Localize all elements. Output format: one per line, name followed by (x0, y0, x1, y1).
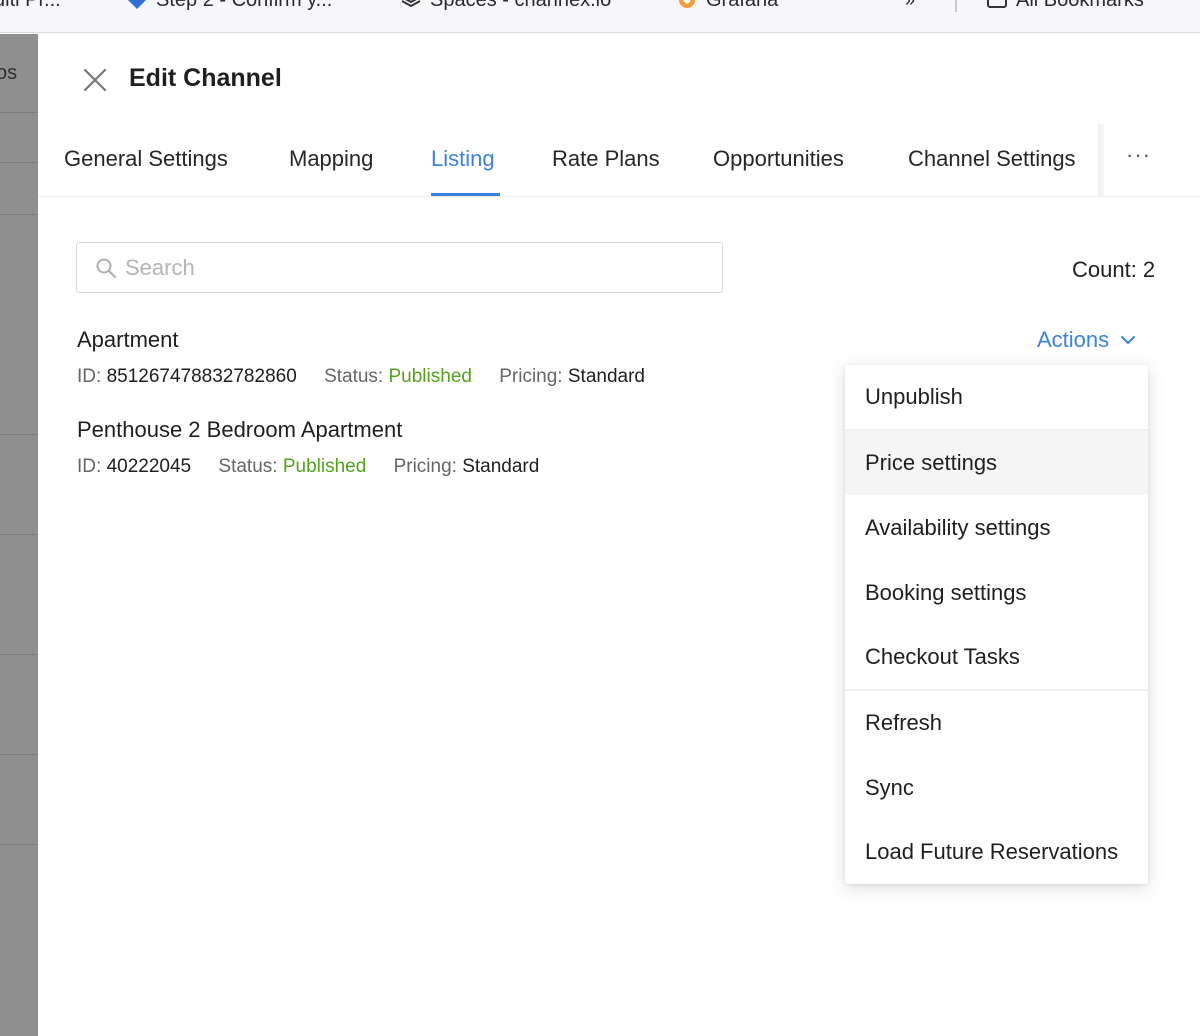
backdrop-divider (0, 534, 38, 535)
tab-listing[interactable]: Listing (431, 146, 495, 172)
bookmark-item[interactable]: Step 2 - Confirm y... (126, 0, 332, 12)
search-icon (96, 258, 117, 278)
menu-item-sync[interactable]: Sync (845, 756, 1148, 820)
more-tabs-button[interactable]: ··· (1126, 142, 1151, 168)
listing-meta: ID: 851267478832782860 Status: Published… (77, 366, 667, 388)
bookmark-label: Spaces - channex.io (430, 0, 612, 11)
status-label: Status: (324, 366, 384, 387)
active-tab-indicator (431, 193, 500, 196)
pricing-value: Standard (567, 366, 645, 387)
bookmark-label: Grafana (706, 0, 779, 11)
backdrop-divider (0, 844, 38, 845)
tab-opportunities[interactable]: Opportunities (713, 146, 844, 172)
backdrop-divider (0, 654, 38, 655)
backdrop-divider (0, 112, 38, 113)
bookmarks-separator (955, 0, 957, 12)
blue-diamond-icon (128, 0, 146, 9)
status-badge: Published (282, 456, 367, 477)
bookmarks-overflow-button[interactable]: » (905, 0, 915, 12)
id-value: 851267478832782860 (106, 366, 297, 387)
id-label: ID: (77, 456, 102, 477)
chevron-down-icon (1121, 336, 1136, 344)
folder-icon (987, 0, 1007, 8)
bookmark-label: ulti Pr... (0, 0, 61, 11)
grafana-icon (679, 0, 695, 8)
pricing-label: Pricing: (499, 366, 563, 387)
bookmark-item[interactable]: Spaces - channex.io (400, 0, 611, 12)
listing-name: Penthouse 2 Bedroom Apartment (77, 417, 403, 442)
menu-item-unpublish[interactable]: Unpublish (845, 365, 1148, 429)
menu-item-load-future-reservations[interactable]: Load Future Reservations (845, 820, 1148, 884)
listing-pricing: Pricing: Standard (499, 366, 645, 387)
backdrop-divider (0, 434, 38, 435)
bookmark-label: All Bookmarks (1016, 0, 1144, 11)
search-box[interactable] (76, 242, 723, 293)
tab-bar: General Settings Mapping Listing Rate Pl… (38, 124, 1200, 197)
status-label: Status: (218, 456, 278, 477)
menu-item-booking-settings[interactable]: Booking settings (845, 561, 1148, 625)
edit-channel-drawer: Edit Channel General Settings Mapping Li… (38, 34, 1200, 1036)
drawer-title: Edit Channel (129, 64, 282, 92)
id-label: ID: (77, 366, 102, 387)
menu-item-refresh[interactable]: Refresh (845, 691, 1148, 755)
listing-name: Apartment (77, 327, 179, 352)
tabs-overflow-shadow (1098, 124, 1104, 196)
listing-status: Status: Published (324, 366, 477, 387)
pricing-value: Standard (462, 456, 540, 477)
bookmark-item[interactable]: Grafana (676, 0, 778, 12)
search-input[interactable] (123, 253, 683, 282)
backdrop-divider (0, 754, 38, 755)
backdrop-divider (0, 162, 38, 163)
modal-backdrop[interactable]: os (0, 34, 38, 1036)
bookmarks-bar: ulti Pr... Step 2 - Confirm y... Spaces … (0, 0, 1200, 33)
menu-item-checkout-tasks[interactable]: Checkout Tasks (845, 625, 1148, 689)
listing-pricing: Pricing: Standard (394, 456, 540, 477)
backdrop-partial-text: os (0, 62, 18, 84)
tab-channel-settings[interactable]: Channel Settings (908, 146, 1076, 172)
listing-meta: ID: 40222045 Status: Published Pricing: … (77, 456, 561, 478)
listing-item: Apartment ID: 851267478832782860 Status:… (77, 327, 667, 388)
listing-count: Count: 2 (1072, 257, 1156, 282)
layers-icon (401, 0, 421, 8)
chevron-double-right-icon: » (905, 0, 916, 10)
all-bookmarks-button[interactable]: All Bookmarks (986, 0, 1144, 12)
close-icon[interactable] (82, 67, 108, 93)
bookmark-label: Step 2 - Confirm y... (156, 0, 333, 11)
menu-item-price-settings[interactable]: Price settings (845, 431, 1148, 495)
actions-label: Actions (1037, 327, 1110, 352)
status-badge: Published (388, 366, 472, 387)
tab-general-settings[interactable]: General Settings (64, 146, 228, 172)
drawer-header: Edit Channel (38, 34, 1200, 124)
id-value: 40222045 (106, 456, 192, 477)
backdrop-divider (0, 214, 38, 215)
actions-menu: Unpublish Price settings Availability se… (845, 365, 1148, 884)
listing-status: Status: Published (218, 456, 371, 477)
listing-id: ID: 851267478832782860 (77, 366, 302, 387)
pricing-label: Pricing: (393, 456, 457, 477)
listing-item: Penthouse 2 Bedroom Apartment ID: 402220… (77, 417, 561, 478)
menu-item-availability-settings[interactable]: Availability settings (845, 496, 1148, 560)
listing-id: ID: 40222045 (77, 456, 196, 477)
tab-rate-plans[interactable]: Rate Plans (552, 146, 660, 172)
bookmark-item[interactable]: ulti Pr... (0, 0, 61, 12)
actions-dropdown-button[interactable]: Actions (1037, 327, 1137, 353)
tab-mapping[interactable]: Mapping (289, 146, 373, 172)
